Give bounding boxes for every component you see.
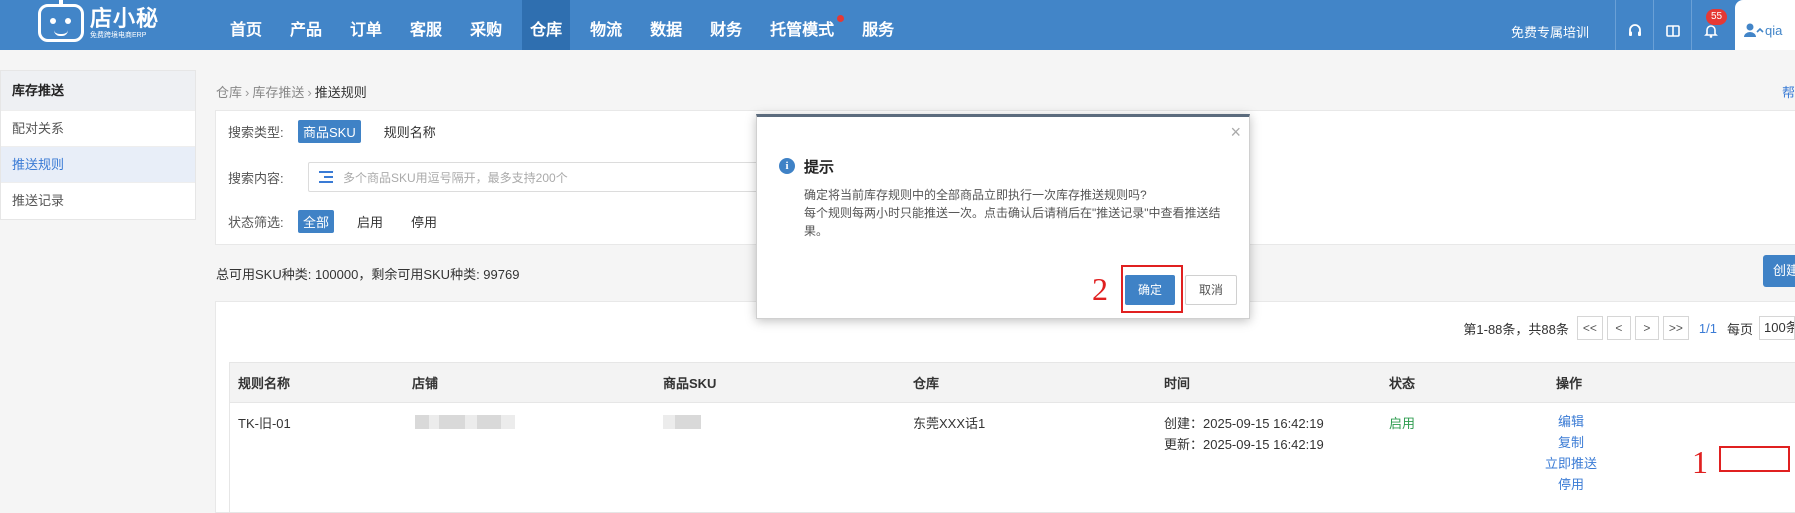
- col-warehouse: 仓库: [913, 376, 940, 391]
- rule-name-cell: TK-旧-01: [238, 416, 291, 431]
- top-navbar: 店小秘 免费跨境电商ERP 首页 产品 订单 客服 采购 仓库 物流 数据 财务…: [0, 0, 1795, 50]
- nav-managed-mode[interactable]: 托管模式: [762, 0, 845, 50]
- robot-logo-icon: [38, 0, 84, 42]
- sidebar-item-push-rules[interactable]: 推送规则: [1, 146, 195, 182]
- status-filter-label: 状态筛选:: [228, 214, 284, 230]
- next-page-button[interactable]: >: [1634, 316, 1659, 340]
- col-rule-name: 规则名称: [238, 376, 291, 391]
- nav-purchasing[interactable]: 采购: [462, 0, 510, 50]
- list-icon[interactable]: [319, 171, 335, 183]
- status-enabled[interactable]: 启用: [352, 210, 388, 233]
- search-placeholder: 多个商品SKU用逗号隔开，最多支持200个: [343, 170, 568, 185]
- last-page-button[interactable]: >>: [1662, 316, 1689, 340]
- brand-tagline: 免费跨境电商ERP: [90, 31, 147, 39]
- nav-finance[interactable]: 财务: [702, 0, 750, 50]
- created-time: 创建：2025-09-15 16:42:19: [1164, 416, 1324, 431]
- search-content-label: 搜索内容:: [228, 170, 284, 186]
- header-right: 免费专属培训 55 qia: [1511, 0, 1795, 50]
- annotation-number-1: 1: [1692, 444, 1708, 480]
- pagination: 第1-88条，共88条 << < > >> 1/1 每页 100条: [1463, 316, 1795, 340]
- breadcrumb: 仓库 › 库存推送 › 推送规则: [216, 82, 367, 101]
- col-status: 状态: [1389, 376, 1416, 391]
- nav-logistics[interactable]: 物流: [582, 0, 630, 50]
- create-button[interactable]: 创建: [1763, 255, 1795, 287]
- col-time: 时间: [1164, 376, 1191, 391]
- info-icon: i: [779, 158, 795, 174]
- shop-cell-redacted: [415, 413, 515, 429]
- annotation-number-2: 2: [1092, 271, 1108, 307]
- prev-page-button[interactable]: <: [1606, 316, 1631, 340]
- annotation-box-confirm: [1121, 265, 1183, 313]
- sidebar-title: 库存推送: [1, 71, 195, 110]
- nav-customer-service[interactable]: 客服: [402, 0, 450, 50]
- sidebar: 库存推送 配对关系 推送规则 推送记录: [0, 70, 196, 220]
- col-sku: 商品SKU: [663, 376, 717, 391]
- dialog-message: 确定将当前库存规则中的全部商品立即执行一次库存推送规则吗? 每个规则每两小时只能…: [804, 186, 1232, 240]
- dialog-message-line2: 每个规则每两小时只能推送一次。点击确认后请稍后在"推送记录"中查看推送结果。: [804, 206, 1221, 238]
- sku-cell-redacted: [663, 413, 701, 429]
- search-input[interactable]: 多个商品SKU用逗号隔开，最多支持200个: [308, 162, 778, 192]
- breadcrumb-current: 推送规则: [314, 85, 367, 100]
- sidebar-item-pairing[interactable]: 配对关系: [1, 110, 195, 146]
- close-icon[interactable]: ×: [1230, 123, 1241, 141]
- breadcrumb-separator: ›: [245, 85, 250, 100]
- breadcrumb-stock-push[interactable]: 库存推送: [252, 85, 304, 100]
- nav-products[interactable]: 产品: [282, 0, 330, 50]
- rules-table-panel: 第1-88条，共88条 << < > >> 1/1 每页 100条 规则名称 店…: [215, 301, 1795, 513]
- username: qia: [1765, 22, 1783, 38]
- per-page-select[interactable]: 100条: [1759, 316, 1795, 340]
- headset-icon[interactable]: [1615, 0, 1653, 50]
- search-type-label: 搜索类型:: [228, 124, 284, 140]
- disable-link[interactable]: 停用: [1541, 474, 1601, 495]
- sidebar-item-push-records[interactable]: 推送记录: [1, 182, 195, 218]
- user-menu[interactable]: qia: [1735, 0, 1795, 50]
- book-icon[interactable]: [1653, 0, 1691, 50]
- pagination-info: 第1-88条，共88条: [1463, 321, 1569, 337]
- nav-home[interactable]: 首页: [222, 0, 270, 50]
- new-dot-indicator: [837, 15, 845, 22]
- nav-data[interactable]: 数据: [642, 0, 690, 50]
- dialog-message-line1: 确定将当前库存规则中的全部商品立即执行一次库存推送规则吗?: [804, 188, 1147, 202]
- nav-warehouse[interactable]: 仓库: [522, 0, 571, 50]
- notification-badge: 55: [1706, 9, 1728, 25]
- push-now-link[interactable]: 立即推送: [1541, 453, 1601, 474]
- search-type-sku[interactable]: 商品SKU: [298, 119, 361, 143]
- col-actions: 操作: [1556, 376, 1583, 391]
- search-type-row: 搜索类型: 商品SKU 规则名称: [228, 111, 459, 151]
- cancel-button[interactable]: 取消: [1185, 275, 1237, 305]
- sku-summary: 总可用SKU种类: 100000，剩余可用SKU种类: 99769: [216, 267, 520, 282]
- edit-link[interactable]: 编辑: [1541, 411, 1601, 432]
- table-header: 规则名称 店铺 商品SKU 仓库 时间 状态 操作: [229, 362, 1795, 403]
- status-filter-row: 状态筛选: 全部 启用 停用: [228, 201, 460, 241]
- updated-time: 更新：2025-09-15 16:42:19: [1164, 437, 1324, 452]
- first-page-button[interactable]: <<: [1576, 316, 1603, 340]
- status-disabled[interactable]: 停用: [406, 210, 442, 233]
- notification-bell[interactable]: 55: [1691, 0, 1729, 50]
- help-link[interactable]: 帮: [1782, 82, 1795, 101]
- copy-link[interactable]: 复制: [1541, 432, 1601, 453]
- main-nav: 首页 产品 订单 客服 采购 仓库 物流 数据 财务 托管模式 服务: [222, 0, 914, 50]
- actions-cell: 编辑 复制 立即推送 停用: [1541, 411, 1601, 495]
- annotation-box-push-now: [1719, 446, 1790, 472]
- search-content-row: 搜索内容:: [228, 162, 298, 192]
- breadcrumb-warehouse[interactable]: 仓库: [216, 85, 242, 100]
- breadcrumb-separator: ›: [307, 85, 312, 100]
- free-training-link[interactable]: 免费专属培训: [1511, 10, 1589, 41]
- nav-managed-mode-label: 托管模式: [770, 22, 835, 39]
- bell-icon: [1703, 25, 1718, 38]
- brand-name: 店小秘: [90, 5, 160, 31]
- search-type-rule-name[interactable]: 规则名称: [379, 120, 441, 143]
- per-page-label: 每页: [1726, 321, 1753, 337]
- status-cell: 启用: [1389, 416, 1416, 431]
- nav-orders[interactable]: 订单: [342, 0, 390, 50]
- user-icon: [1744, 23, 1764, 37]
- dialog-title: 提示: [804, 159, 835, 176]
- current-page: 1/1: [1698, 320, 1717, 336]
- col-shop: 店铺: [412, 376, 439, 391]
- brand-logo[interactable]: 店小秘 免费跨境电商ERP: [38, 0, 160, 42]
- nav-services[interactable]: 服务: [854, 0, 902, 50]
- table-row: TK-旧-01 东莞XXX话1 创建：2025-09-15 16:42:19 更…: [229, 403, 1795, 513]
- warehouse-cell: 东莞XXX话1: [913, 416, 986, 431]
- status-all[interactable]: 全部: [298, 209, 335, 233]
